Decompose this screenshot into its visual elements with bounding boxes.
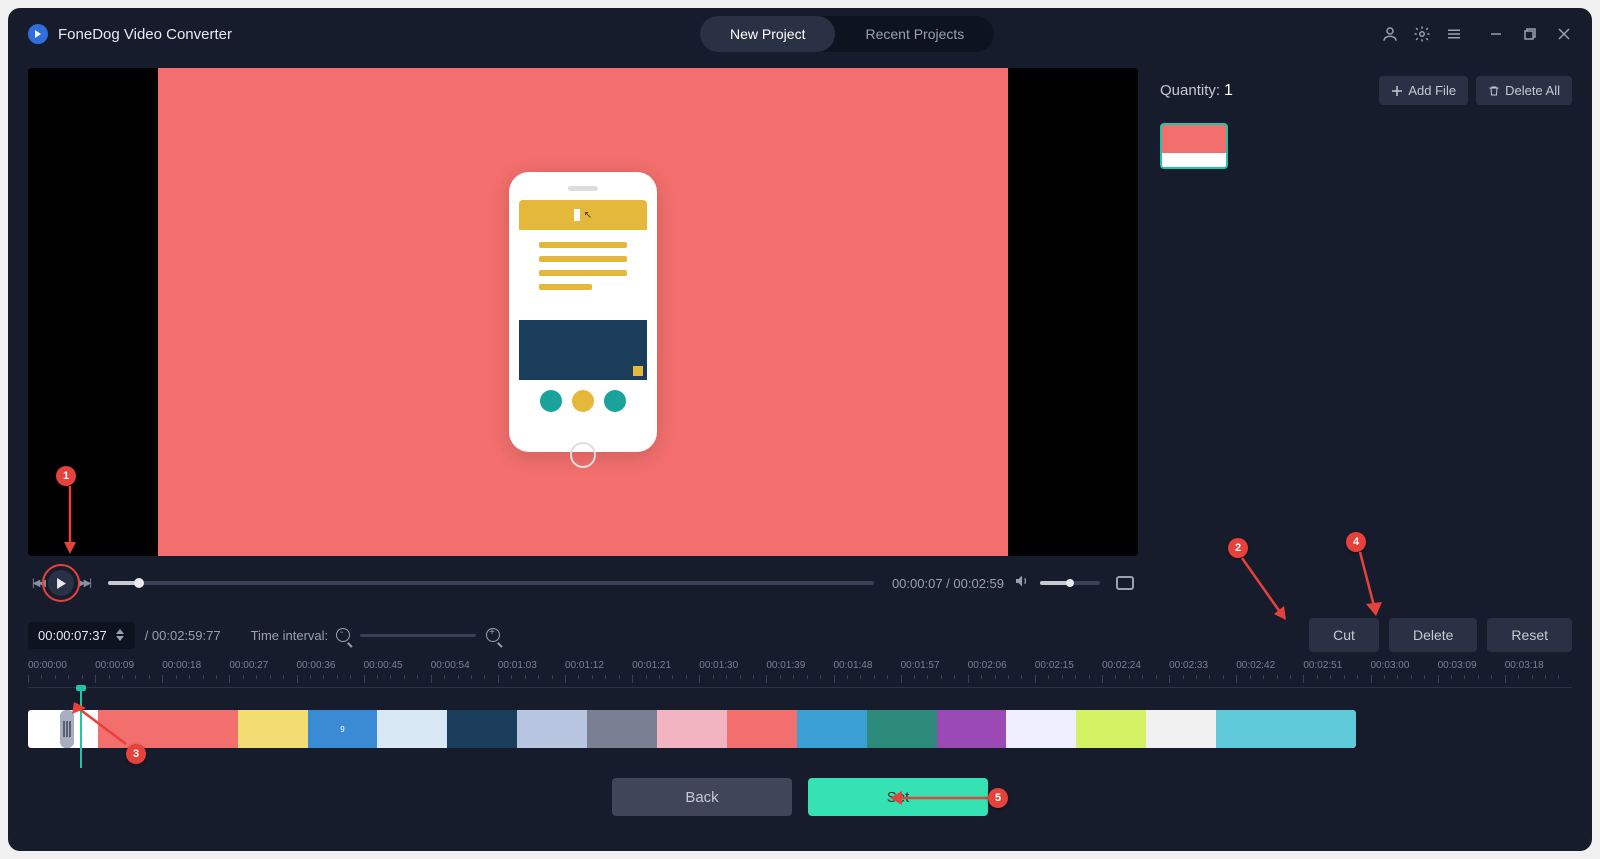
clip-strip[interactable]: 9 — [28, 710, 1356, 748]
close-button[interactable] — [1556, 26, 1572, 42]
volume-slider[interactable] — [1040, 581, 1100, 585]
app-window: FoneDog Video Converter New Project Rece… — [8, 8, 1592, 851]
ruler-mark: 00:00:09 — [95, 660, 162, 683]
ruler-mark: 00:01:21 — [632, 660, 699, 683]
ruler-mark: 00:01:48 — [834, 660, 901, 683]
time-in-field[interactable]: 00:00:07:37 — [28, 622, 135, 649]
minimize-button[interactable] — [1488, 26, 1504, 42]
ruler-mark: 00:01:57 — [901, 660, 968, 683]
zoom-slider[interactable] — [360, 634, 476, 637]
quantity-row: Quantity: 1 Add File Delete All — [1160, 68, 1572, 123]
ruler-mark: 00:02:24 — [1102, 660, 1169, 683]
ruler-mark: 00:02:15 — [1035, 660, 1102, 683]
player-controls: |◀◀ ▶▶| 00:00:07 / 00:02:59 — [28, 556, 1138, 610]
set-button[interactable]: Set — [808, 778, 988, 816]
back-button[interactable]: Back — [612, 778, 792, 816]
delete-all-label: Delete All — [1505, 83, 1560, 98]
ruler-mark: 00:01:12 — [565, 660, 632, 683]
ruler-mark: 00:00:18 — [162, 660, 229, 683]
clip-thumbnail[interactable] — [1160, 123, 1228, 169]
settings-icon[interactable] — [1412, 24, 1432, 44]
time-display: 00:00:07 / 00:02:59 — [892, 576, 1004, 591]
time-stepper-down[interactable] — [115, 636, 125, 642]
timeline-ruler[interactable]: 00:00:0000:00:0900:00:1800:00:2700:00:36… — [28, 660, 1572, 688]
quantity-value: 1 — [1224, 82, 1233, 100]
delete-button[interactable]: Delete — [1389, 618, 1477, 652]
zoom-in-icon[interactable]: + — [486, 628, 500, 642]
fullscreen-button[interactable] — [1116, 576, 1134, 590]
phone-illustration: ↖ — [509, 172, 657, 452]
time-stepper-up[interactable] — [115, 629, 125, 635]
ruler-mark: 00:01:39 — [766, 660, 833, 683]
ruler-mark: 00:00:27 — [229, 660, 296, 683]
seek-slider[interactable] — [108, 581, 874, 585]
titlebar: FoneDog Video Converter New Project Rece… — [8, 8, 1592, 60]
ruler-mark: 00:01:30 — [699, 660, 766, 683]
clip-area[interactable]: 9 — [28, 710, 1572, 754]
play-button[interactable] — [48, 570, 74, 596]
ruler-mark: 00:00:45 — [364, 660, 431, 683]
clip-thumbnails — [1160, 123, 1572, 169]
time-interval-label: Time interval: — [251, 628, 329, 643]
reset-button[interactable]: Reset — [1487, 618, 1572, 652]
ruler-mark: 00:02:42 — [1236, 660, 1303, 683]
ruler-mark: 00:03:18 — [1505, 660, 1572, 683]
zoom-out-icon[interactable]: - — [336, 628, 350, 642]
time-total: / 00:02:59:77 — [145, 628, 221, 643]
ruler-mark: 00:02:51 — [1303, 660, 1370, 683]
time-in-value: 00:00:07:37 — [38, 628, 107, 643]
ruler-mark: 00:00:36 — [297, 660, 364, 683]
menu-icon[interactable] — [1444, 24, 1464, 44]
ruler-mark: 00:03:00 — [1371, 660, 1438, 683]
ruler-mark: 00:00:54 — [431, 660, 498, 683]
ruler-mark: 00:02:06 — [968, 660, 1035, 683]
app-logo-icon — [28, 24, 48, 44]
ruler-mark: 00:00:00 — [28, 660, 95, 683]
add-file-button[interactable]: Add File — [1379, 76, 1468, 105]
timeline: 00:00:0000:00:0900:00:1800:00:2700:00:36… — [8, 660, 1592, 816]
delete-all-button[interactable]: Delete All — [1476, 76, 1572, 105]
edit-toolbar: 00:00:07:37 / 00:02:59:77 Time interval:… — [8, 610, 1592, 660]
add-file-label: Add File — [1408, 83, 1456, 98]
account-icon[interactable] — [1380, 24, 1400, 44]
volume-icon[interactable] — [1014, 573, 1030, 594]
ruler-mark: 00:01:03 — [498, 660, 565, 683]
tab-recent-projects[interactable]: Recent Projects — [835, 16, 994, 52]
ruler-mark: 00:03:09 — [1438, 660, 1505, 683]
bottom-actions: Back Set — [28, 754, 1572, 816]
video-frame: ↖ — [158, 68, 1008, 556]
app-title: FoneDog Video Converter — [58, 26, 232, 43]
tab-new-project[interactable]: New Project — [700, 16, 835, 52]
trim-handle-left[interactable] — [60, 710, 74, 748]
quantity-label: Quantity: — [1160, 82, 1220, 99]
cut-button[interactable]: Cut — [1309, 618, 1379, 652]
next-frame-button[interactable]: ▶▶| — [78, 578, 90, 589]
prev-frame-button[interactable]: |◀◀ — [32, 578, 44, 589]
maximize-button[interactable] — [1522, 26, 1538, 42]
video-preview: ↖ — [28, 68, 1138, 556]
ruler-mark: 00:02:33 — [1169, 660, 1236, 683]
project-tabs: New Project Recent Projects — [700, 16, 994, 52]
